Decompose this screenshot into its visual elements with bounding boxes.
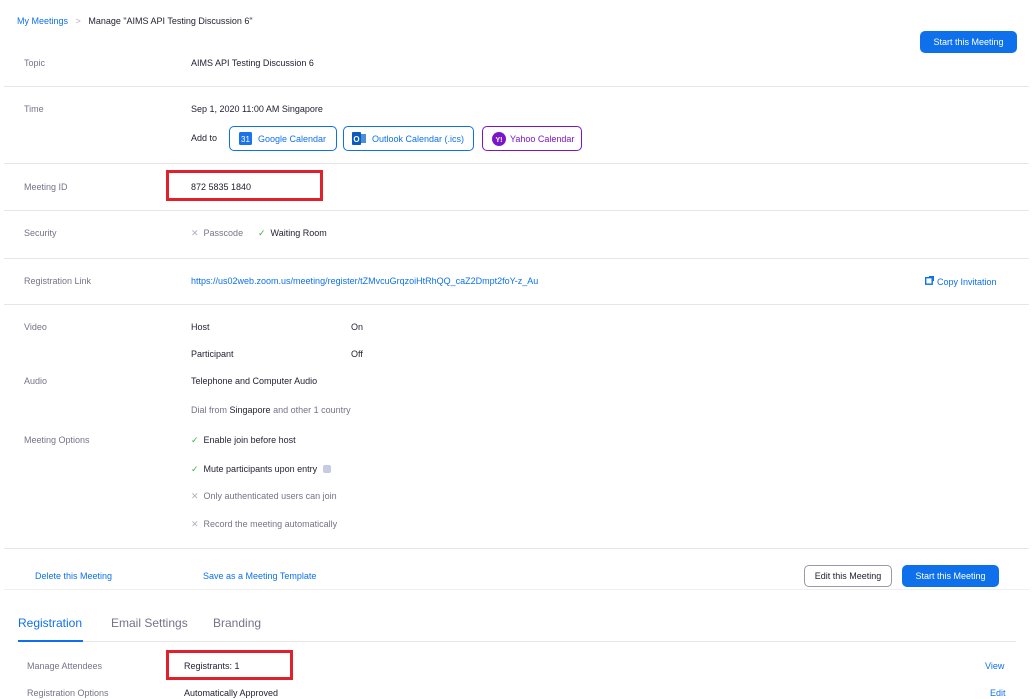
divider [4, 548, 1029, 549]
video-host-value: On [351, 322, 364, 332]
breadcrumb-current: Manage "AIMS API Testing Discussion 6" [88, 16, 253, 26]
option-record-automatically: ✕ Record the meeting automatically [191, 519, 337, 530]
registrants-highlight [166, 650, 293, 680]
check-icon: ✓ [191, 464, 199, 474]
registration-link-url[interactable]: https://us02web.zoom.us/meeting/register… [191, 276, 538, 286]
cross-icon: ✕ [191, 228, 199, 238]
divider [4, 589, 1029, 590]
topic-value: AIMS API Testing Discussion 6 [191, 58, 314, 68]
time-label: Time [24, 104, 44, 114]
manage-attendees-label: Manage Attendees [27, 661, 103, 671]
meeting-options-label: Meeting Options [24, 435, 90, 445]
option-label: Mute participants upon entry [203, 464, 318, 474]
waiting-room-label: Waiting Room [270, 228, 327, 238]
google-calendar-label: Google Calendar [258, 133, 327, 144]
google-calendar-icon: 31 [239, 132, 252, 145]
option-mute-upon-entry: ✓ Mute participants upon entry [191, 464, 331, 475]
edit-meeting-button[interactable]: Edit this Meeting [804, 565, 892, 587]
dial-country: Singapore [229, 405, 271, 415]
outlook-calendar-button[interactable]: O Outlook Calendar (.ics) [343, 126, 474, 151]
divider [4, 304, 1029, 305]
tab-branding[interactable]: Branding [213, 616, 261, 630]
copy-icon [924, 276, 934, 287]
tab-email-settings[interactable]: Email Settings [111, 616, 188, 630]
divider [4, 210, 1029, 211]
option-label: Only authenticated users can join [203, 491, 337, 501]
video-participant-label: Participant [191, 349, 234, 359]
svg-text:31: 31 [241, 135, 250, 144]
tab-registration[interactable]: Registration [18, 616, 82, 630]
divider [4, 86, 1029, 87]
option-join-before-host: ✓ Enable join before host [191, 435, 296, 446]
google-calendar-button[interactable]: 31 Google Calendar [229, 126, 337, 151]
topic-label: Topic [24, 58, 46, 68]
audio-value: Telephone and Computer Audio [191, 376, 318, 386]
breadcrumb-my-meetings[interactable]: My Meetings [17, 16, 68, 26]
meeting-id-label: Meeting ID [24, 182, 68, 192]
option-authenticated-users: ✕ Only authenticated users can join [191, 491, 337, 502]
breadcrumb: My Meetings > Manage "AIMS API Testing D… [17, 16, 253, 26]
check-icon: ✓ [191, 435, 199, 445]
copy-invitation-link[interactable]: Copy Invitation [924, 276, 997, 287]
dial-prefix: Dial from [191, 405, 228, 415]
edit-registration-options-link[interactable]: Edit [990, 688, 1006, 698]
registration-options-value: Automatically Approved [184, 688, 279, 698]
tab-bar-line [18, 641, 1016, 642]
start-meeting-button-bottom[interactable]: Start this Meeting [902, 565, 999, 587]
dial-suffix: and other 1 country [273, 405, 351, 415]
video-label: Video [24, 322, 47, 332]
check-icon: ✓ [258, 228, 266, 238]
start-meeting-button-top[interactable]: Start this Meeting [920, 31, 1017, 53]
yahoo-calendar-icon: Y! [492, 131, 506, 146]
view-registrants-link[interactable]: View [985, 661, 1004, 671]
yahoo-calendar-label: Yahoo Calendar [510, 133, 575, 144]
breadcrumb-separator: > [75, 16, 81, 26]
save-template-link[interactable]: Save as a Meeting Template [203, 571, 316, 581]
meeting-id-highlight [166, 170, 323, 201]
option-label: Record the meeting automatically [203, 519, 338, 529]
cross-icon: ✕ [191, 519, 199, 529]
copy-invitation-label: Copy Invitation [937, 277, 997, 287]
active-tab-indicator [18, 640, 83, 642]
delete-meeting-link[interactable]: Delete this Meeting [35, 571, 112, 581]
yahoo-calendar-button[interactable]: Y! Yahoo Calendar [482, 126, 582, 151]
registration-link-label: Registration Link [24, 276, 92, 286]
divider [4, 163, 1029, 164]
divider [4, 258, 1029, 259]
cross-icon: ✕ [191, 491, 199, 501]
time-value: Sep 1, 2020 11:00 AM Singapore [191, 104, 323, 114]
audio-label: Audio [24, 376, 48, 386]
info-icon[interactable] [322, 465, 331, 473]
outlook-calendar-label: Outlook Calendar (.ics) [372, 133, 465, 144]
option-label: Enable join before host [203, 435, 296, 445]
passcode-label: Passcode [203, 228, 244, 238]
security-label: Security [24, 228, 57, 238]
waiting-room-option: ✓ Waiting Room [258, 228, 327, 239]
add-to-label: Add to [191, 133, 218, 143]
svg-text:Y!: Y! [496, 137, 503, 144]
passcode-option: ✕ Passcode [191, 228, 243, 239]
registration-options-label: Registration Options [27, 688, 109, 698]
svg-text:O: O [353, 135, 359, 144]
video-participant-value: Off [351, 349, 363, 359]
video-host-label: Host [191, 322, 210, 332]
outlook-calendar-icon: O [352, 132, 366, 145]
audio-dial-info: Dial from Singapore and other 1 country [191, 405, 351, 415]
